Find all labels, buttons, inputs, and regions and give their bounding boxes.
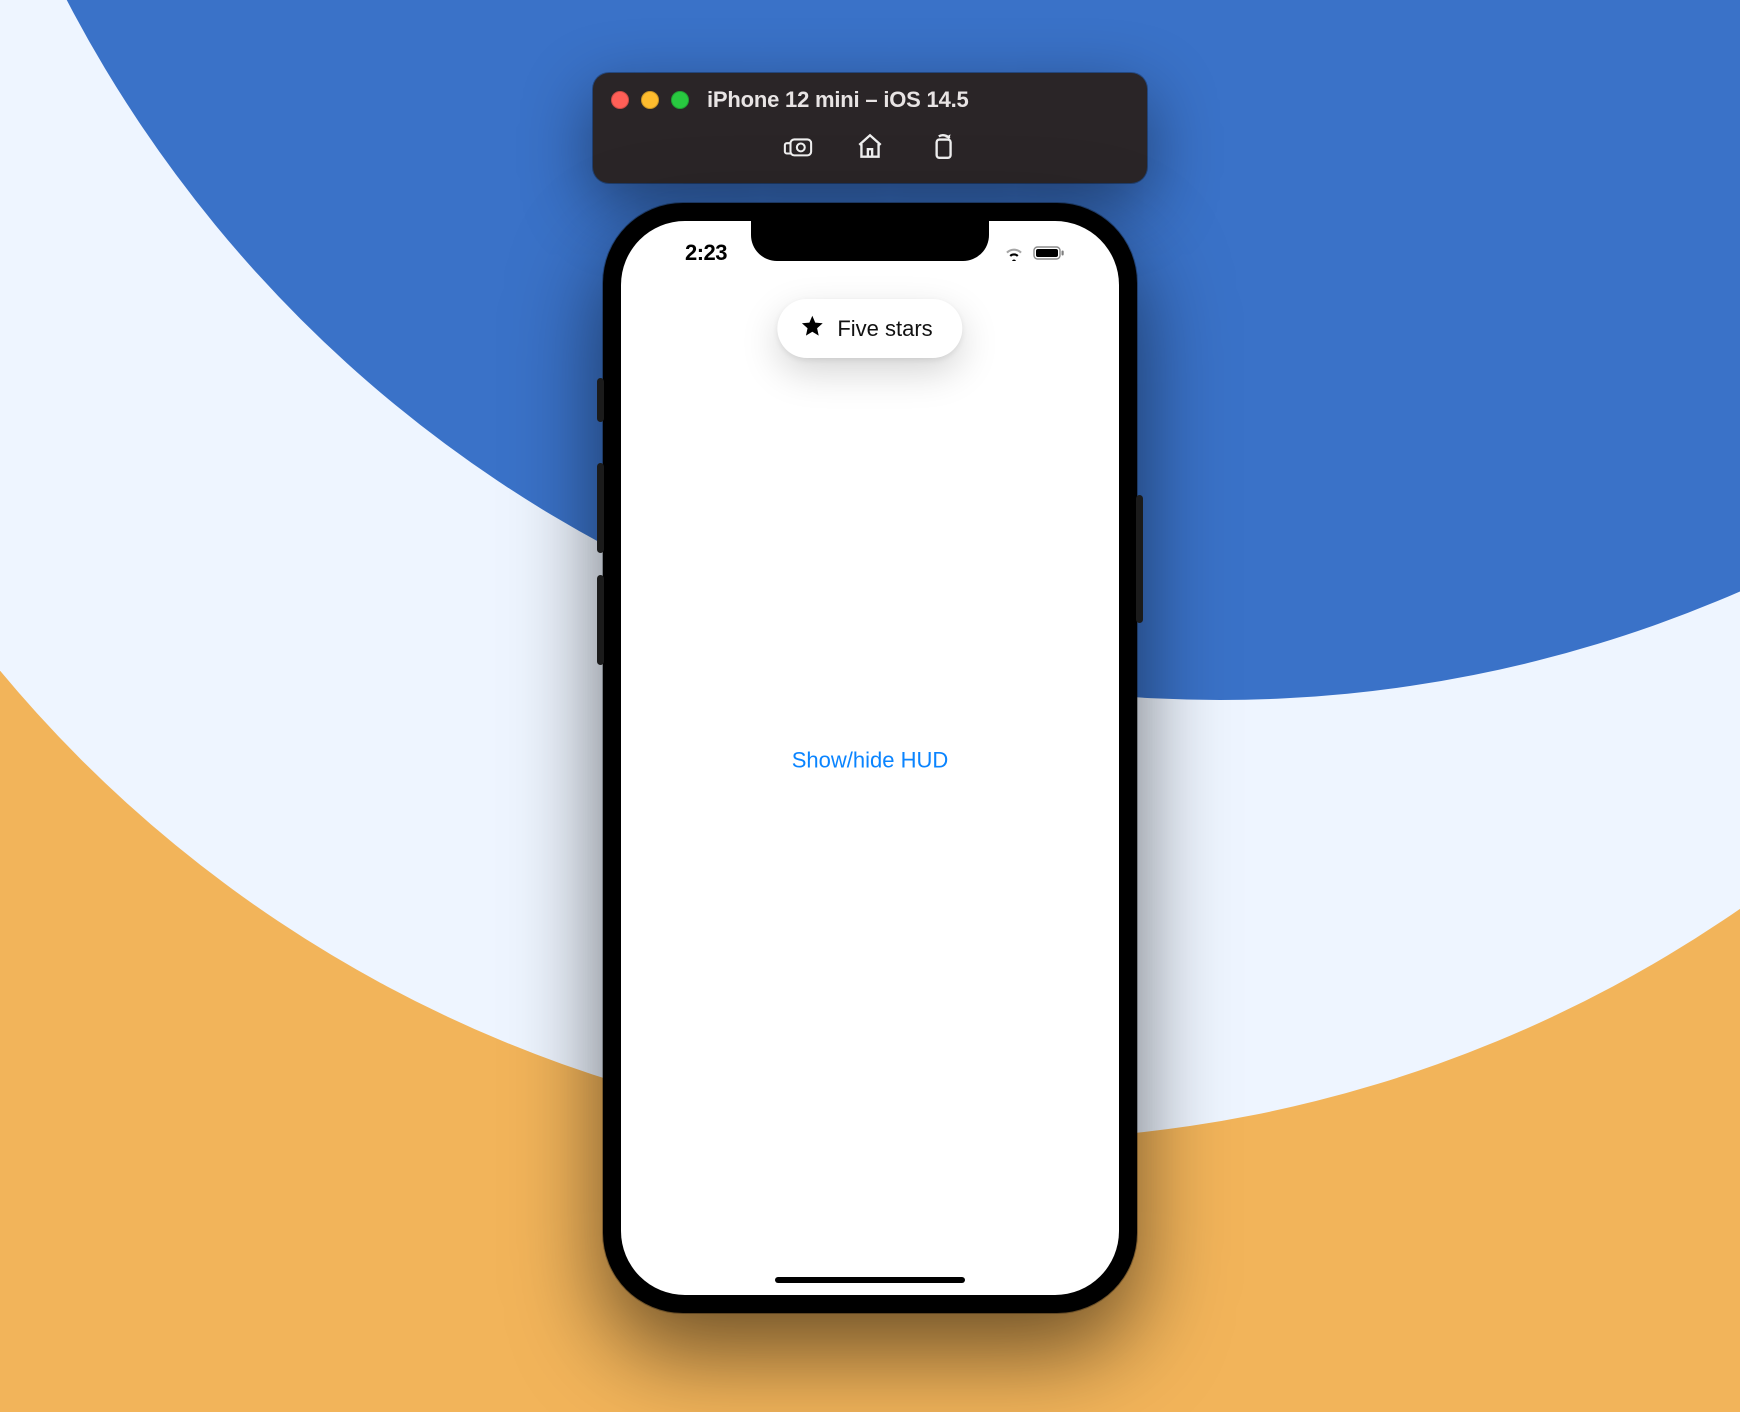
home-indicator[interactable] bbox=[775, 1277, 965, 1283]
mute-switch[interactable] bbox=[597, 378, 604, 422]
hud-pill: Five stars bbox=[777, 299, 962, 358]
status-time: 2:23 bbox=[641, 240, 771, 266]
window-minimize-button[interactable] bbox=[641, 91, 659, 109]
camera-icon bbox=[783, 131, 813, 166]
rotate-icon bbox=[927, 131, 957, 166]
simulator-window-titlebar: iPhone 12 mini – iOS 14.5 bbox=[593, 73, 1147, 183]
device-frame: 2:23 bbox=[603, 203, 1137, 1313]
window-title: iPhone 12 mini – iOS 14.5 bbox=[701, 87, 1129, 113]
home-icon bbox=[855, 131, 885, 166]
wifi-icon bbox=[1003, 245, 1025, 261]
rotate-button[interactable] bbox=[924, 130, 960, 166]
window-close-button[interactable] bbox=[611, 91, 629, 109]
toggle-hud-button[interactable]: Show/hide HUD bbox=[621, 748, 1119, 774]
hud-label: Five stars bbox=[837, 316, 932, 342]
battery-icon bbox=[1033, 245, 1065, 261]
device-screen: 2:23 bbox=[621, 221, 1119, 1295]
simulator-toolbar bbox=[611, 115, 1129, 175]
volume-up-button[interactable] bbox=[597, 463, 604, 553]
home-button[interactable] bbox=[852, 130, 888, 166]
star-icon bbox=[799, 313, 825, 344]
volume-down-button[interactable] bbox=[597, 575, 604, 665]
window-zoom-button[interactable] bbox=[671, 91, 689, 109]
status-bar: 2:23 bbox=[621, 221, 1119, 277]
screenshot-button[interactable] bbox=[780, 130, 816, 166]
side-button[interactable] bbox=[1136, 495, 1143, 623]
window-traffic-lights bbox=[611, 91, 689, 109]
